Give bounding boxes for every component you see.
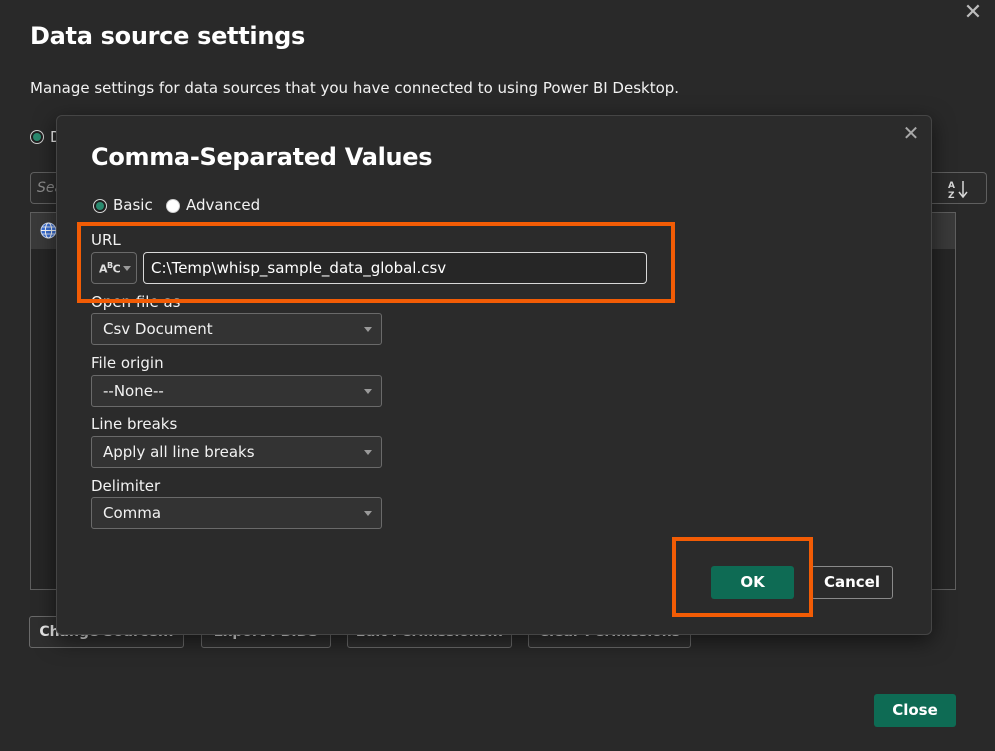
svg-text:Z: Z — [948, 191, 955, 199]
file-origin-label: File origin — [91, 354, 164, 372]
outer-radio-selected[interactable] — [30, 130, 44, 144]
sort-az-icon: A Z — [948, 181, 968, 199]
url-highlight-box — [77, 222, 675, 303]
advanced-radio-label: Advanced — [186, 196, 261, 214]
chevron-down-icon — [364, 450, 372, 455]
line-breaks-value: Apply all line breaks — [103, 443, 255, 461]
outer-dialog-title: Data source settings — [30, 22, 305, 50]
delimiter-value: Comma — [103, 504, 162, 522]
advanced-radio[interactable] — [166, 199, 180, 213]
outer-dialog-description: Manage settings for data sources that yo… — [30, 79, 680, 97]
delimiter-select[interactable]: Comma — [91, 497, 382, 529]
close-button[interactable]: Close — [874, 694, 956, 727]
line-breaks-select[interactable]: Apply all line breaks — [91, 436, 382, 468]
chevron-down-icon — [364, 511, 372, 516]
svg-text:A: A — [948, 181, 955, 191]
sort-az-button[interactable]: A Z — [932, 172, 987, 204]
file-origin-value: --None-- — [103, 382, 164, 400]
chevron-down-icon — [364, 389, 372, 394]
outer-close-icon[interactable]: ✕ — [962, 2, 984, 24]
chevron-down-icon — [364, 327, 372, 332]
basic-radio[interactable] — [93, 199, 107, 213]
modal-title: Comma-Separated Values — [91, 143, 433, 171]
delimiter-label: Delimiter — [91, 477, 161, 495]
globe-icon — [40, 222, 57, 239]
cancel-button[interactable]: Cancel — [811, 566, 893, 599]
open-file-as-value: Csv Document — [103, 320, 213, 338]
open-file-as-select[interactable]: Csv Document — [91, 313, 382, 345]
ok-highlight-box — [672, 537, 813, 617]
modal-close-icon[interactable]: ✕ — [900, 122, 922, 144]
line-breaks-label: Line breaks — [91, 415, 178, 433]
basic-radio-label: Basic — [113, 196, 153, 214]
file-origin-select[interactable]: --None-- — [91, 375, 382, 407]
